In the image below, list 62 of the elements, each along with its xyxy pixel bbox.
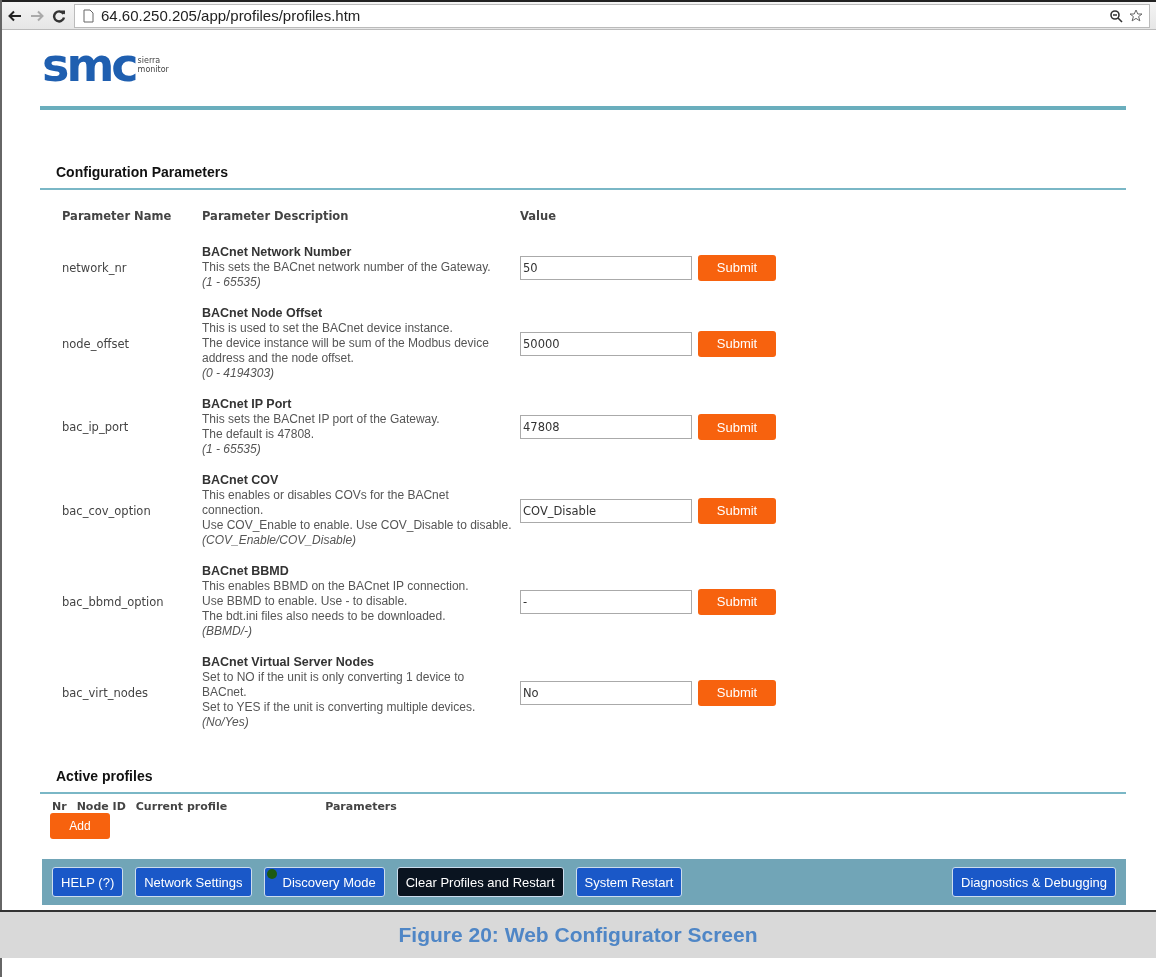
- parameter-description: The bdt.ini files also needs to be downloaded.: [202, 609, 446, 624]
- zoom-icon[interactable]: [1109, 8, 1123, 23]
- status-light-icon: [266, 869, 277, 879]
- parameter-description: This sets the BACnet IP port of the Gateway.: [202, 412, 440, 427]
- logo-mark: smc: [42, 42, 136, 88]
- footer-button[interactable]: Network Settings: [135, 867, 252, 897]
- section-title: Active profiles: [55, 768, 154, 784]
- parameter-description: This sets the BACnet network number of the Gateway.: [202, 260, 491, 275]
- parameter-name: bac_cov_option: [62, 503, 152, 518]
- column-header: Parameter Name: [62, 208, 173, 225]
- parameter-description: The default is 47808.: [202, 427, 315, 442]
- footer-button[interactable]: Diagnostics & Debugging: [952, 867, 1116, 897]
- value-field[interactable]: 47808: [520, 415, 692, 439]
- reload-icon[interactable]: [52, 8, 66, 23]
- value-field[interactable]: COV_Disable: [520, 498, 692, 523]
- parameter-title: BACnet BBMD: [202, 564, 289, 579]
- footer-button[interactable]: Clear Profiles and Restart: [396, 867, 564, 897]
- footer-button[interactable]: System Restart: [575, 867, 683, 897]
- column-header: Value: [520, 208, 557, 225]
- star-icon[interactable]: [1129, 8, 1143, 23]
- parameter-name: bac_virt_nodes: [62, 685, 150, 700]
- parameter-description: The device instance will be sum of the Modbus device address and the node offset.: [202, 336, 490, 366]
- value-field[interactable]: 50000: [520, 331, 692, 356]
- parameter-range: (1 - 65535): [202, 442, 261, 457]
- parameter-description: This is used to set the BACnet device instance.: [202, 321, 453, 336]
- parameter-title: BACnet IP Port: [202, 397, 292, 412]
- parameter-title: BACnet Network Number: [202, 245, 352, 260]
- figure-caption: Figure 20: Web Configurator Screen: [0, 910, 1156, 958]
- parameter-description: This enables BBMD on the BACnet IP connection.: [202, 579, 469, 594]
- parameter-range: (0 - 4194303): [202, 366, 275, 381]
- value-field[interactable]: -: [520, 589, 692, 614]
- page-icon: [81, 8, 95, 23]
- parameter-range: (No/Yes): [202, 715, 249, 730]
- parameter-description: Use COV_Enable to enable. Use COV_Disable to disable.: [202, 518, 512, 533]
- value-field[interactable]: No: [520, 680, 692, 705]
- parameter-range: (COV_Enable/COV_Disable): [202, 533, 357, 548]
- parameter-title: BACnet COV: [202, 473, 279, 488]
- parameter-name: node_offset: [62, 336, 130, 351]
- parameter-range: (BBMD/-): [202, 624, 252, 639]
- back-icon[interactable]: [8, 8, 22, 23]
- value-field[interactable]: 50: [520, 255, 692, 280]
- footer-button[interactable]: Discovery Mode: [263, 867, 385, 897]
- parameter-range: (1 - 65535): [202, 275, 261, 290]
- logo-text: sierra: [137, 56, 162, 65]
- parameter-title: BACnet Node Offset: [202, 306, 323, 321]
- parameter-name: network_nr: [62, 260, 128, 275]
- parameter-description: Set to NO if the unit is only converting 1 device to BACnet.: [202, 670, 466, 700]
- parameter-name: bac_bbmd_option: [62, 594, 165, 609]
- section-title: Configuration Parameters: [55, 164, 229, 180]
- column-header: Parameter Description: [202, 208, 350, 225]
- column-header: Current profile: [135, 800, 228, 813]
- parameter-title: BACnet Virtual Server Nodes: [202, 655, 375, 670]
- address-bar[interactable]: 64.60.250.205/app/profiles/profiles.htm: [74, 3, 1150, 28]
- logo-text: monitor: [137, 65, 169, 74]
- parameter-name: bac_ip_port: [62, 420, 130, 434]
- column-header: Node ID: [76, 800, 126, 813]
- column-header: Parameters: [325, 800, 397, 813]
- parameter-description: Set to YES if the unit is converting multiple devices.: [202, 700, 476, 715]
- parameter-description: This enables or disables COVs for the BACnet connection.: [202, 488, 450, 518]
- footer-button[interactable]: HELP (?): [52, 867, 124, 897]
- column-header: Nr: [52, 800, 67, 813]
- parameter-description: Use BBMD to enable. Use - to disable.: [202, 594, 408, 609]
